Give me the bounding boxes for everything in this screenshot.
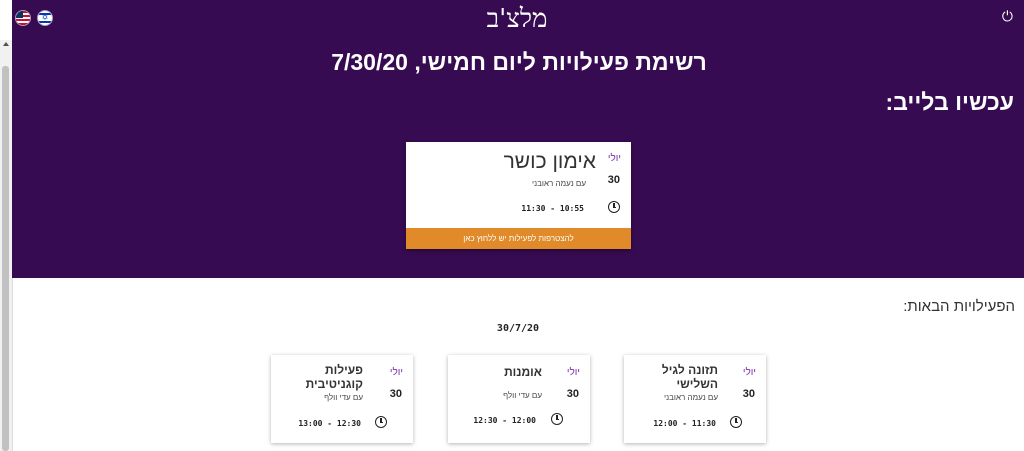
activity-card[interactable]: יולי 30 אומנות עם עדי וולף 12:30 - 12:00 (448, 355, 590, 443)
logo: מלצ'ב (486, 4, 548, 34)
israel-flag-icon[interactable] (38, 11, 52, 25)
us-flag-icon[interactable] (16, 11, 30, 25)
power-icon[interactable]: ⏻ (1002, 9, 1013, 25)
clock-icon (551, 413, 563, 425)
clock-icon (608, 201, 620, 213)
upcoming-date: 30/7/20 (496, 323, 540, 334)
hero-section: מלצ'ב ⏻ רשימת פעילויות ליום חמישי, 7/30/… (12, 0, 1024, 278)
card-time: 12:30 - 12:00 (473, 416, 536, 425)
card-day: 30 (566, 388, 579, 400)
card-instructor: עם נעמה ראובני (531, 179, 586, 188)
card-title: אימון כושר (503, 150, 596, 173)
card-month: יולי (742, 367, 756, 378)
card-time: 12:00 - 11:30 (653, 419, 716, 428)
card-day: 30 (607, 174, 620, 186)
card-title: אומנות (504, 365, 542, 379)
language-switcher (16, 11, 52, 25)
card-day: 30 (742, 388, 755, 400)
card-instructor: עם עדי וולף (324, 393, 363, 402)
scroll-up-arrow-icon[interactable] (3, 42, 9, 46)
live-activity-card[interactable]: יולי 30 אימון כושר עם נעמה ראובני 11:30 … (406, 142, 631, 249)
upcoming-heading: הפעילויות הבאות: (903, 298, 1015, 315)
card-time: 13:00 - 12:30 (298, 419, 361, 428)
card-title: תזונה לגיל השלישי (661, 363, 718, 391)
scrollbar-thumb[interactable] (2, 66, 9, 451)
card-instructor: עם נעמה ראובני (663, 393, 718, 402)
activity-card[interactable]: יולי 30 פעילות קוגניטיבית עם עדי וולף 13… (271, 355, 413, 443)
clock-icon (375, 416, 387, 428)
card-day: 30 (389, 388, 402, 400)
top-bar: מלצ'ב ⏻ (12, 0, 1024, 38)
live-now-heading: עכשיו בלייב: (885, 89, 1015, 115)
join-activity-button[interactable]: להצטרפות לפעילות יש ללחוץ כאן (406, 228, 631, 249)
card-title: פעילות קוגניטיבית (305, 363, 363, 391)
activity-card[interactable]: יולי 30 תזונה לגיל השלישי עם נעמה ראובני… (624, 355, 766, 443)
card-month: יולי (607, 153, 621, 164)
clock-icon (730, 416, 742, 428)
card-month: יולי (566, 367, 580, 378)
card-instructor: עם עדי וולף (503, 391, 542, 400)
card-month: יולי (389, 367, 403, 378)
card-time: 11:30 - 10:55 (521, 204, 584, 213)
page-title: רשימת פעילויות ליום חמישי, 7/30/20 (331, 49, 707, 75)
